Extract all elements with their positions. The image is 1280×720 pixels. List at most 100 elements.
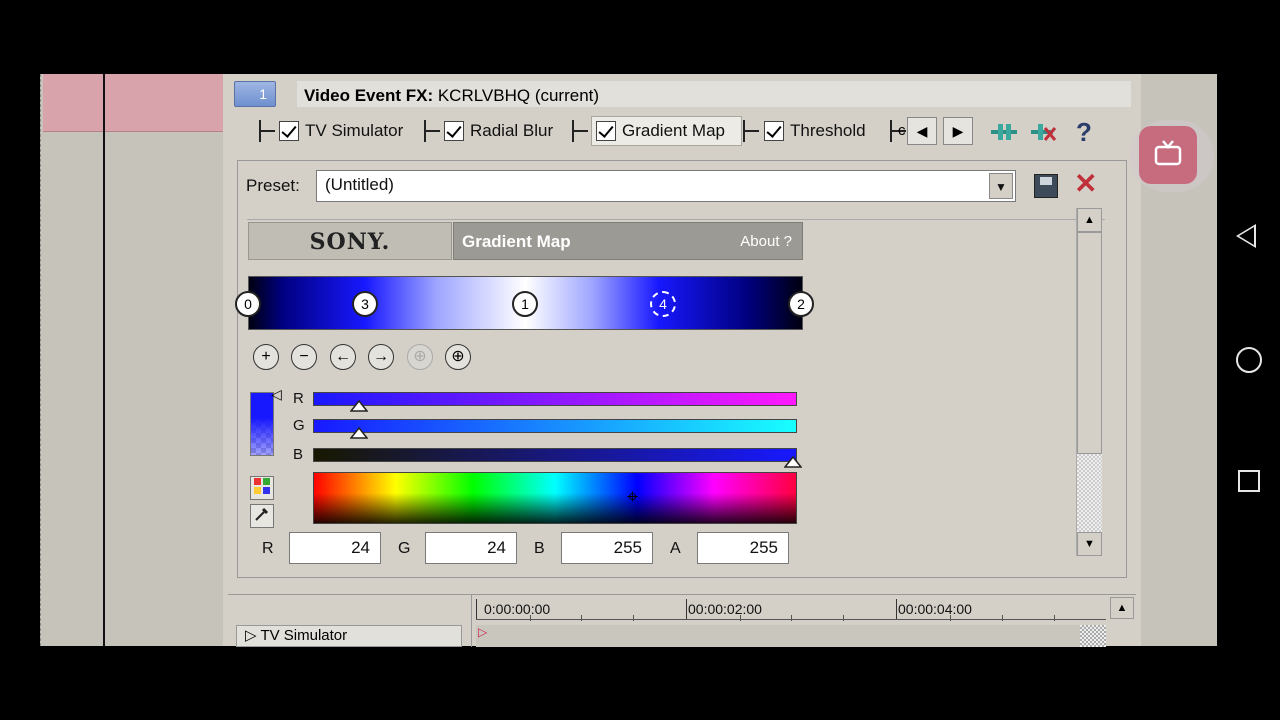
chain-label: Gradient Map	[622, 121, 725, 140]
slider-label-g: G	[293, 417, 305, 434]
ruler-tick	[686, 599, 687, 619]
green-slider[interactable]	[313, 419, 797, 433]
save-preset-icon[interactable]	[1034, 174, 1058, 198]
ruler-baseline	[476, 619, 1106, 620]
move-stop-right-button[interactable]: →	[368, 344, 394, 370]
screen: 1 Video Event FX: KCRLVBHQ (current) TV …	[0, 0, 1280, 720]
chain-label: Threshold	[790, 121, 866, 140]
scroll-track[interactable]	[1077, 454, 1102, 532]
ruler-tick	[476, 599, 477, 619]
alpha-value-input[interactable]: 255	[697, 532, 789, 564]
track-tv-simulator[interactable]: ▷ TV Simulator	[236, 625, 462, 647]
recent-apps-icon[interactable]	[1238, 470, 1260, 492]
ruler-tick	[1002, 615, 1003, 621]
preset-value: (Untitled)	[325, 175, 394, 194]
color-spectrum[interactable]	[313, 472, 797, 524]
remove-stop-button[interactable]: −	[291, 344, 317, 370]
timeline-clip[interactable]	[43, 74, 224, 132]
gradient-stop[interactable]: 1	[512, 291, 538, 317]
gradient-stop[interactable]: 3	[352, 291, 378, 317]
value-label-g: G	[398, 540, 411, 557]
fx-panel: Preset: (Untitled) ▼ ✕ SONY. Gradient Ma…	[235, 160, 1127, 578]
checkbox-tv-simulator[interactable]	[279, 121, 299, 141]
back-icon[interactable]	[1236, 224, 1256, 248]
checkbox-threshold[interactable]	[764, 121, 784, 141]
timeline-end-hatch	[1080, 625, 1106, 647]
plugin-chain-icon[interactable]	[989, 120, 1019, 144]
cast-overlay-button[interactable]	[1130, 120, 1214, 192]
event-number-badge[interactable]: 1	[234, 81, 276, 107]
blue-slider-thumb[interactable]	[784, 456, 802, 468]
red-value-input[interactable]: 24	[289, 532, 381, 564]
ruler-tick	[791, 615, 792, 621]
ruler-tick	[1054, 615, 1055, 621]
title-bar: 1 Video Event FX: KCRLVBHQ (current)	[223, 78, 1141, 108]
slider-label-b: B	[293, 446, 304, 463]
scroll-thumb[interactable]	[1077, 232, 1102, 454]
panel-scrollbar[interactable]: ▲ ▼	[1076, 208, 1102, 556]
chain-next-button[interactable]: ▶	[943, 117, 973, 145]
ruler-tick	[530, 615, 531, 621]
title-label: Video Event FX:	[304, 86, 434, 105]
ruler-tick	[843, 615, 844, 621]
ruler-time: 00:00:02:00	[688, 601, 762, 617]
checkbox-radial-blur[interactable]	[444, 121, 464, 141]
chain-item-gradient-map[interactable]: Gradient Map	[591, 116, 742, 146]
tv-icon	[1139, 126, 1197, 184]
delete-preset-icon[interactable]: ✕	[1074, 169, 1097, 199]
plugin-header: Gradient Map About ?	[453, 222, 803, 260]
chain-item-tv-simulator[interactable]: TV Simulator	[279, 116, 403, 146]
dialog-title: Video Event FX: KCRLVBHQ (current)	[304, 86, 599, 106]
scroll-up-button[interactable]: ▲	[1077, 208, 1102, 232]
add-stop-button[interactable]: +	[253, 344, 279, 370]
chain-label: Radial Blur	[470, 121, 554, 140]
green-value-input[interactable]: 24	[425, 532, 517, 564]
track-label: TV Simulator	[260, 627, 348, 644]
eyedropper-icon[interactable]	[250, 504, 274, 528]
about-link[interactable]: About ?	[740, 233, 792, 250]
scroll-down-button[interactable]: ▼	[1077, 532, 1102, 556]
blue-value-input[interactable]: 255	[561, 532, 653, 564]
title-value: KCRLVBHQ (current)	[433, 86, 600, 105]
home-icon[interactable]	[1236, 347, 1262, 373]
ruler-tick	[581, 615, 582, 621]
crosshair-icon: ⌖	[627, 486, 639, 508]
preset-dropdown[interactable]: (Untitled) ▼	[316, 170, 1016, 202]
chain-item-radial-blur[interactable]: Radial Blur	[444, 116, 553, 146]
keyframe-lane[interactable]	[476, 625, 1106, 647]
help-icon[interactable]: ?	[1069, 119, 1099, 145]
gradient-stop-selected[interactable]: 4	[650, 291, 676, 317]
value-label-r: R	[262, 540, 274, 557]
checkbox-gradient-map[interactable]	[596, 121, 616, 141]
red-slider-thumb[interactable]	[350, 400, 368, 412]
gradient-stop-edge-right[interactable]: 2	[788, 291, 814, 317]
distribute-stops-button[interactable]: ⊕	[407, 344, 433, 370]
preset-label: Preset:	[246, 176, 300, 195]
sony-logo: SONY.	[248, 222, 452, 260]
blue-slider[interactable]	[313, 448, 797, 462]
chevron-down-icon[interactable]: ▼	[989, 173, 1013, 199]
color-palette-icon[interactable]	[250, 476, 274, 500]
ruler-tick	[896, 599, 897, 619]
value-label-a: A	[670, 540, 681, 557]
ruler-tick	[633, 615, 634, 621]
ruler-time: 0:00:00:00	[484, 601, 551, 617]
ruler-time: 00:00:04:00	[898, 601, 972, 617]
chain-prev-button[interactable]: ◀	[907, 117, 937, 145]
reverse-stops-button[interactable]: ⊕	[445, 344, 471, 370]
value-label-b: B	[534, 540, 545, 557]
chain-label: TV Simulator	[305, 121, 404, 140]
chain-overflow: c	[898, 122, 906, 139]
keyframe-marker-icon[interactable]: ▷	[478, 625, 487, 639]
playhead-line	[103, 74, 105, 646]
timeline-scroll-up-button[interactable]: ▲	[1110, 597, 1134, 619]
swatch-marker-icon: ◁	[271, 386, 282, 402]
move-stop-left-button[interactable]: ←	[330, 344, 356, 370]
green-slider-thumb[interactable]	[350, 427, 368, 439]
gradient-bar[interactable]: 0 3 1 4 2	[235, 276, 814, 330]
red-slider[interactable]	[313, 392, 797, 406]
timeline-background-left	[40, 74, 224, 646]
chain-item-threshold[interactable]: Threshold	[764, 116, 866, 146]
gradient-stop-edge-left[interactable]: 0	[235, 291, 261, 317]
remove-plugin-icon[interactable]	[1029, 120, 1059, 144]
